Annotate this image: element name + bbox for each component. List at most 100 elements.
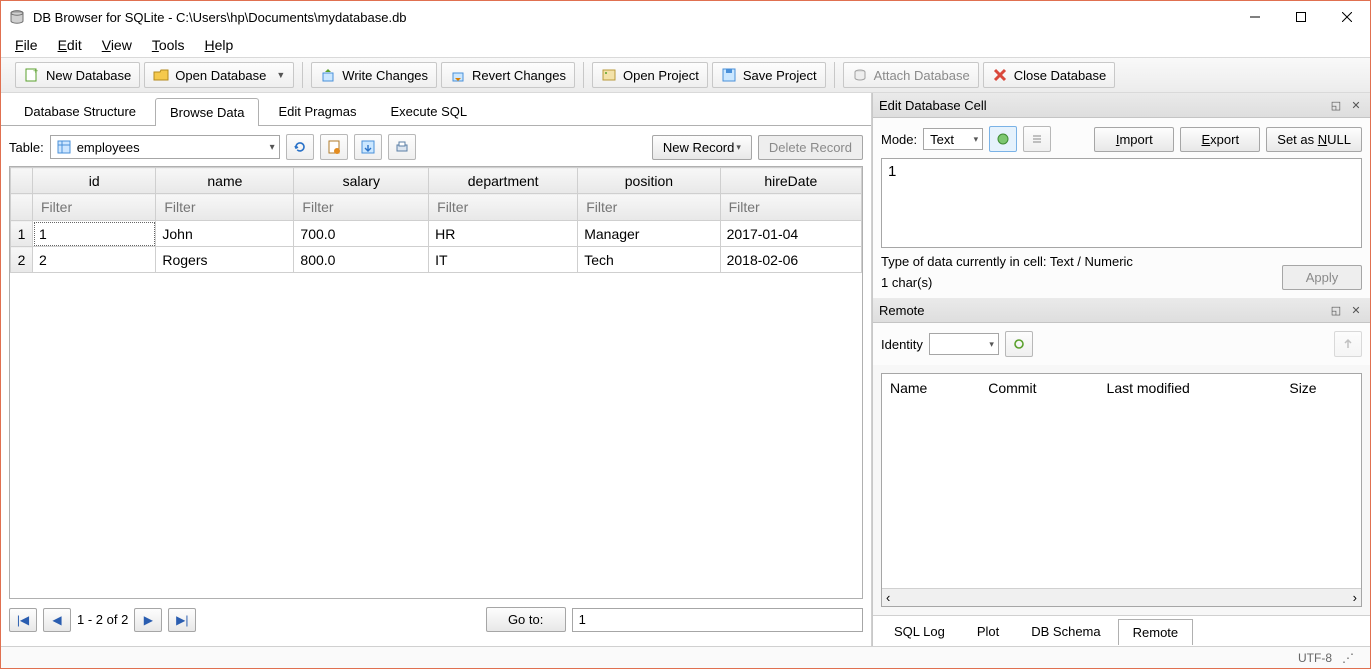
row-number: 1 [11,221,33,247]
new-database-button[interactable]: + New Database [15,62,140,88]
window-maximize-button[interactable] [1278,1,1324,33]
window-minimize-button[interactable] [1232,1,1278,33]
goto-button[interactable]: Go to: [486,607,566,632]
resize-grip-icon[interactable]: ⋰ [1342,651,1354,665]
table-select-value: employees [77,140,140,155]
revert-changes-button[interactable]: Revert Changes [441,62,575,88]
remote-col[interactable]: Name [882,374,980,402]
dock-close-icon[interactable]: ✕ [1348,302,1364,318]
remote-table[interactable]: Name Commit Last modified Size ‹ › [881,373,1362,607]
prev-page-button[interactable]: ◀ [43,608,71,632]
dock-close-icon[interactable]: ✕ [1348,97,1364,113]
save-table-button[interactable] [354,134,382,160]
write-changes-button[interactable]: Write Changes [311,62,437,88]
corner-cell [11,168,33,194]
cell[interactable]: 2 [33,247,156,273]
table-row[interactable]: 2 2 Rogers 800.0 IT Tech 2018-02-06 [11,247,862,273]
column-header[interactable]: hireDate [720,168,861,194]
push-button[interactable] [1334,331,1362,357]
column-header[interactable]: department [429,168,578,194]
cell[interactable]: IT [429,247,578,273]
apply-button[interactable]: Apply [1282,265,1362,290]
table-icon [57,140,71,154]
menu-edit[interactable]: Edit [48,35,92,55]
titlebar: DB Browser for SQLite - C:\Users\hp\Docu… [1,1,1370,33]
cell[interactable]: John [156,221,294,247]
goto-input[interactable] [572,608,863,632]
mode-select[interactable]: Text ▾ [923,128,983,150]
table-row[interactable]: 1 1 John 700.0 HR Manager 2017-01-04 [11,221,862,247]
cell[interactable]: Rogers [156,247,294,273]
cell[interactable]: 2018-02-06 [720,247,861,273]
chevron-down-icon: ▾ [736,142,741,153]
filter-input[interactable] [300,198,422,216]
save-project-button[interactable]: Save Project [712,62,826,88]
first-page-button[interactable]: |◀ [9,608,37,632]
cell[interactable]: 2017-01-04 [720,221,861,247]
main-tabs: Database Structure Browse Data Edit Prag… [1,93,871,125]
data-grid[interactable]: id name salary department position hireD… [9,166,863,599]
last-page-button[interactable]: ▶| [168,608,196,632]
open-project-button[interactable]: Open Project [592,62,708,88]
export-button[interactable]: Export [1180,127,1260,152]
save-project-icon [721,67,737,83]
next-page-button[interactable]: ▶ [134,608,162,632]
table-select[interactable]: employees ▾ [50,135,280,159]
filter-input[interactable] [435,198,571,216]
remote-col[interactable]: Commit [980,374,1098,402]
identity-refresh-button[interactable] [1005,331,1033,357]
column-header[interactable]: id [33,168,156,194]
remote-col[interactable]: Size [1281,374,1361,402]
dock-undock-icon[interactable]: ◱ [1328,97,1344,113]
open-project-icon [601,67,617,83]
column-header[interactable]: name [156,168,294,194]
filter-input[interactable] [39,198,149,216]
delete-record-button[interactable]: Delete Record [758,135,863,160]
menu-tools[interactable]: Tools [142,35,195,55]
cell[interactable]: HR [429,221,578,247]
dock-tab-db-schema[interactable]: DB Schema [1016,618,1115,644]
tab-browse-data[interactable]: Browse Data [155,98,259,126]
import-button[interactable]: Import [1094,127,1174,152]
dock-undock-icon[interactable]: ◱ [1328,302,1344,318]
print-button[interactable] [388,134,416,160]
cell[interactable]: 700.0 [294,221,429,247]
scroll-left-icon[interactable]: ‹ [886,590,890,605]
cell-indent-button[interactable] [1023,126,1051,152]
remote-col[interactable]: Last modified [1099,374,1282,402]
page-range: 1 - 2 of 2 [77,612,128,627]
attach-database-button[interactable]: Attach Database [843,62,979,88]
open-database-button[interactable]: Open Database ▼ [144,62,294,88]
cell[interactable]: 1 [33,221,156,247]
remote-scrollbar[interactable]: ‹ › [882,588,1361,606]
set-null-button[interactable]: Set as NULL [1266,127,1362,152]
menu-help[interactable]: Help [195,35,244,55]
tab-execute-sql[interactable]: Execute SQL [375,97,482,125]
refresh-button[interactable] [286,134,314,160]
column-header[interactable]: salary [294,168,429,194]
menu-view[interactable]: View [92,35,142,55]
scroll-right-icon[interactable]: › [1353,590,1357,605]
tab-edit-pragmas[interactable]: Edit Pragmas [263,97,371,125]
dock-tab-sql-log[interactable]: SQL Log [879,618,960,644]
open-database-dropdown-icon[interactable]: ▼ [272,70,285,80]
column-header[interactable]: position [578,168,720,194]
write-changes-icon [320,67,336,83]
identity-select[interactable]: ▾ [929,333,999,355]
menu-file[interactable]: File [5,35,48,55]
cell-format-button[interactable] [989,126,1017,152]
filter-input[interactable] [584,198,713,216]
filter-input[interactable] [727,198,855,216]
clear-filters-button[interactable] [320,134,348,160]
dock-tab-remote[interactable]: Remote [1118,619,1194,645]
cell-value-editor[interactable]: 1 [881,158,1362,248]
filter-input[interactable] [162,198,287,216]
cell[interactable]: Tech [578,247,720,273]
window-close-button[interactable] [1324,1,1370,33]
tab-database-structure[interactable]: Database Structure [9,97,151,125]
new-record-button[interactable]: New Record▾ [652,135,752,160]
dock-tab-plot[interactable]: Plot [962,618,1014,644]
cell[interactable]: Manager [578,221,720,247]
close-database-button[interactable]: Close Database [983,62,1116,88]
cell[interactable]: 800.0 [294,247,429,273]
